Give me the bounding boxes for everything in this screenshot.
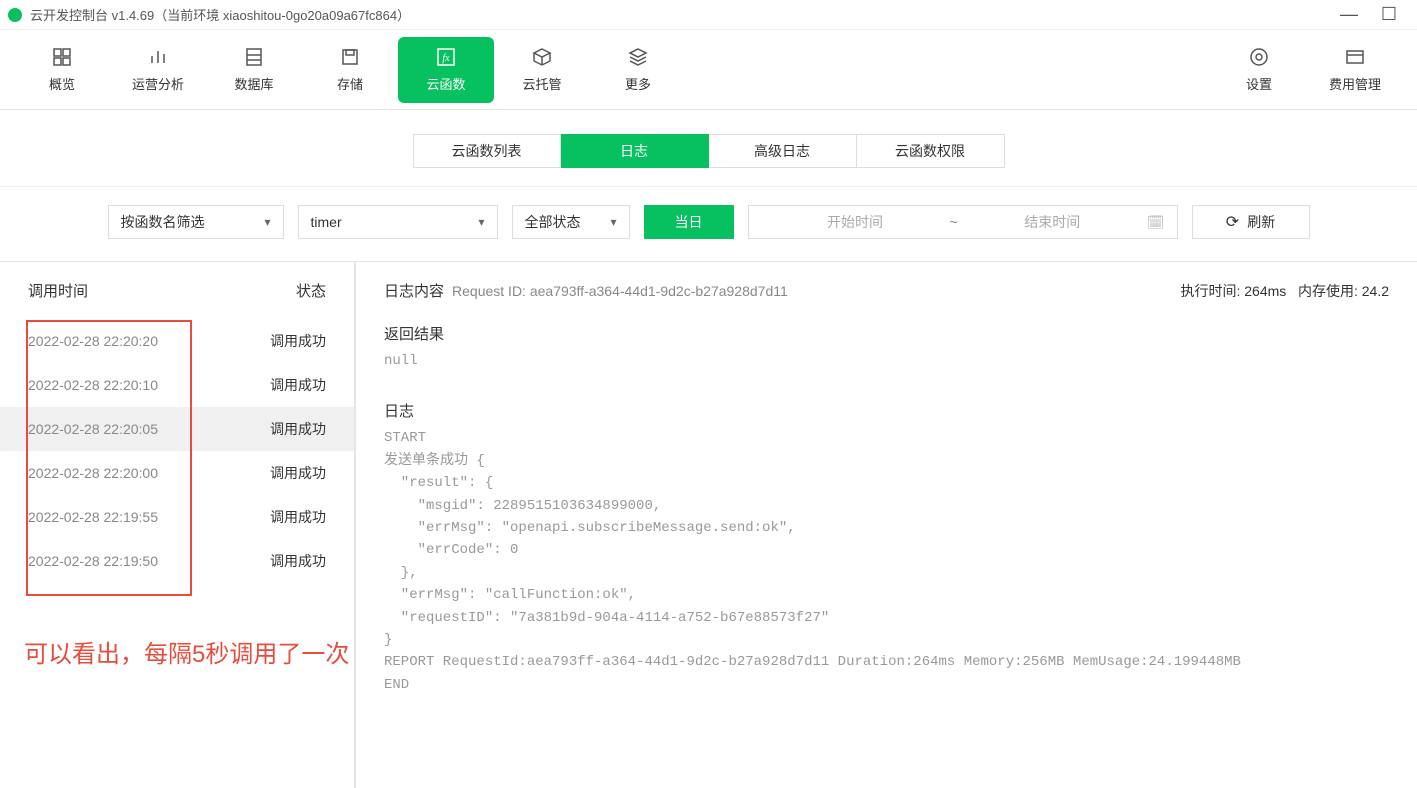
svg-text:fx: fx xyxy=(442,53,450,64)
toolbar-label: 云函数 xyxy=(426,74,465,93)
toolbar-label: 费用管理 xyxy=(1329,74,1381,93)
request-id: Request ID: aea793ff-a364-44d1-9d2c-b27a… xyxy=(452,283,788,299)
toolbar-item-0[interactable]: 概览 xyxy=(14,37,110,103)
subtab-0[interactable]: 云函数列表 xyxy=(413,134,561,168)
log-row[interactable]: 2022-02-28 22:20:05 调用成功 xyxy=(0,407,354,451)
toolbar-item-2[interactable]: 数据库 xyxy=(206,37,302,103)
today-label: 当日 xyxy=(675,212,703,232)
log-row-status: 调用成功 xyxy=(270,551,326,571)
toolbar-label: 设置 xyxy=(1246,74,1272,93)
start-time-placeholder: 开始时间 xyxy=(761,212,950,232)
toolbar-item-3[interactable]: 存储 xyxy=(302,37,398,103)
toolbar-right-item-0[interactable]: 设置 xyxy=(1211,37,1307,103)
date-range-picker[interactable]: 开始时间 ~ 结束时间 🗓 xyxy=(748,205,1178,239)
toolbar-label: 云托管 xyxy=(522,74,561,93)
log-row-timestamp: 2022-02-28 22:20:00 xyxy=(28,465,158,481)
log-row-timestamp: 2022-02-28 22:19:55 xyxy=(28,509,158,525)
cube-icon xyxy=(531,46,553,68)
window-titlebar: 云开发控制台 v1.4.69（当前环境 xiaoshitou-0go20a09a… xyxy=(0,0,1417,30)
billing-icon xyxy=(1344,46,1366,68)
grid-icon xyxy=(51,46,73,68)
sidebar-header: 调用时间 状态 xyxy=(0,262,354,319)
function-select[interactable]: timer ▾ xyxy=(298,205,498,239)
log-row-timestamp: 2022-02-28 22:20:05 xyxy=(28,421,158,437)
detail-header: 日志内容 Request ID: aea793ff-a364-44d1-9d2c… xyxy=(384,280,1389,301)
log-list: 2022-02-28 22:20:20调用成功2022-02-28 22:20:… xyxy=(0,319,354,583)
toolbar-right-item-1[interactable]: 费用管理 xyxy=(1307,37,1403,103)
exec-time: 执行时间: 264ms xyxy=(1180,283,1286,299)
subtab-1[interactable]: 日志 xyxy=(561,134,709,168)
gear-icon xyxy=(1248,46,1270,68)
refresh-icon: ⟳ xyxy=(1226,212,1239,232)
chevron-down-icon: ▾ xyxy=(610,215,616,229)
exec-meta: 执行时间: 264ms 内存使用: 24.2 xyxy=(1180,281,1389,301)
content-area: 调用时间 状态 2022-02-28 22:20:20调用成功2022-02-2… xyxy=(0,262,1417,788)
fx-icon: fx xyxy=(435,46,457,68)
log-row-timestamp: 2022-02-28 22:19:50 xyxy=(28,553,158,569)
filter-bar: 按函数名筛选 ▾ timer ▾ 全部状态 ▾ 当日 开始时间 ~ 结束时间 🗓… xyxy=(0,187,1417,262)
log-body: START 发送单条成功 { "result": { "msgid": 2289… xyxy=(384,427,1389,696)
subtab-bar: 云函数列表日志高级日志云函数权限 xyxy=(0,110,1417,187)
calendar-icon: 🗓 xyxy=(1147,214,1165,231)
toolbar-label: 运营分析 xyxy=(132,74,184,93)
log-row[interactable]: 2022-02-28 22:20:20 调用成功 xyxy=(0,319,354,363)
toolbar-label: 更多 xyxy=(625,74,651,93)
stack-icon xyxy=(627,46,649,68)
status-label: 全部状态 xyxy=(525,212,581,232)
refresh-button[interactable]: ⟳ 刷新 xyxy=(1192,205,1310,239)
db-icon xyxy=(243,46,265,68)
bars-icon xyxy=(147,46,169,68)
log-row-status: 调用成功 xyxy=(270,463,326,483)
refresh-label: 刷新 xyxy=(1247,212,1275,232)
log-row[interactable]: 2022-02-28 22:19:55 调用成功 xyxy=(0,495,354,539)
return-result-value: null xyxy=(384,350,1389,372)
toolbar-item-6[interactable]: 更多 xyxy=(590,37,686,103)
filter-by-label: 按函数名筛选 xyxy=(121,212,205,232)
status-select[interactable]: 全部状态 ▾ xyxy=(512,205,630,239)
window-minimize-button[interactable]: — xyxy=(1329,4,1369,25)
tilde-separator: ~ xyxy=(950,214,958,230)
end-time-placeholder: 结束时间 xyxy=(958,212,1147,232)
log-row[interactable]: 2022-02-28 22:19:50 调用成功 xyxy=(0,539,354,583)
log-sidebar: 调用时间 状态 2022-02-28 22:20:20调用成功2022-02-2… xyxy=(0,262,356,788)
today-button[interactable]: 当日 xyxy=(644,205,734,239)
toolbar-label: 概览 xyxy=(49,74,75,93)
col-header-status: 状态 xyxy=(296,280,326,301)
log-row-status: 调用成功 xyxy=(270,507,326,527)
function-name-label: timer xyxy=(311,214,342,230)
window-maximize-button[interactable]: ☐ xyxy=(1369,4,1409,25)
chevron-down-icon: ▾ xyxy=(478,215,484,229)
log-row-timestamp: 2022-02-28 22:20:10 xyxy=(28,377,158,393)
log-row[interactable]: 2022-02-28 22:20:10 调用成功 xyxy=(0,363,354,407)
log-content-label: 日志内容 xyxy=(384,280,444,301)
filter-by-select[interactable]: 按函数名筛选 ▾ xyxy=(108,205,284,239)
log-row[interactable]: 2022-02-28 22:20:00 调用成功 xyxy=(0,451,354,495)
subtab-3[interactable]: 云函数权限 xyxy=(857,134,1005,168)
app-logo-icon xyxy=(8,8,22,22)
chevron-down-icon: ▾ xyxy=(264,215,270,229)
annotation-text: 可以看出，每隔5秒调用了一次 xyxy=(24,634,424,669)
log-row-status: 调用成功 xyxy=(270,331,326,351)
save-icon xyxy=(339,46,361,68)
mem-usage: 内存使用: 24.2 xyxy=(1298,283,1389,299)
log-row-timestamp: 2022-02-28 22:20:20 xyxy=(28,333,158,349)
return-result-label: 返回结果 xyxy=(384,323,1389,344)
toolbar-label: 存储 xyxy=(337,74,363,93)
main-toolbar: 概览 运营分析 数据库 存储 fx 云函数 云托管 更多 设置 费用管理 xyxy=(0,30,1417,110)
log-label: 日志 xyxy=(384,400,1389,421)
toolbar-item-1[interactable]: 运营分析 xyxy=(110,37,206,103)
log-detail-panel: 日志内容 Request ID: aea793ff-a364-44d1-9d2c… xyxy=(356,262,1417,788)
subtab-2[interactable]: 高级日志 xyxy=(709,134,857,168)
toolbar-item-5[interactable]: 云托管 xyxy=(494,37,590,103)
log-row-status: 调用成功 xyxy=(270,375,326,395)
toolbar-item-4[interactable]: fx 云函数 xyxy=(398,37,494,103)
toolbar-label: 数据库 xyxy=(234,74,273,93)
window-title: 云开发控制台 v1.4.69（当前环境 xiaoshitou-0go20a09a… xyxy=(30,5,1329,24)
col-header-time: 调用时间 xyxy=(28,280,88,301)
log-row-status: 调用成功 xyxy=(270,419,326,439)
